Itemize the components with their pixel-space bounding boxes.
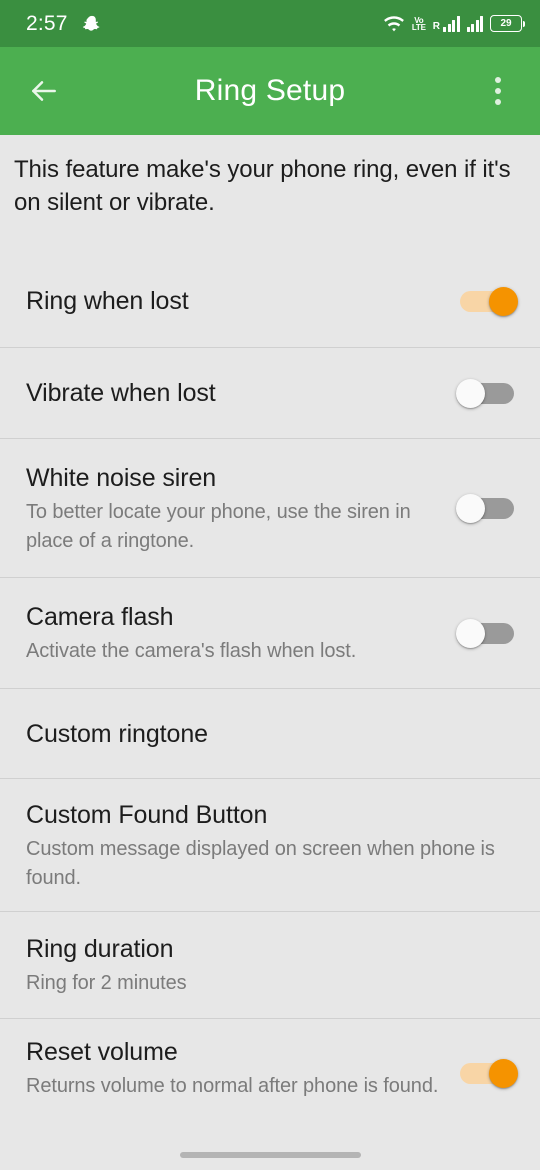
list-item-ring-duration[interactable]: Ring duration Ring for 2 minutes — [0, 911, 540, 1018]
toggle-camera-flash[interactable] — [456, 613, 518, 653]
row-text: Vibrate when lost — [26, 376, 456, 410]
row-text: Reset volume Returns volume to normal af… — [26, 1035, 456, 1101]
list-item-title: Reset volume — [26, 1038, 178, 1066]
settings-list: Ring when lost Vibrate when lost White n… — [0, 254, 540, 1114]
list-item-title: Vibrate when lost — [26, 379, 216, 407]
list-item-vibrate-when-lost[interactable]: Vibrate when lost — [0, 347, 540, 438]
snapchat-icon — [82, 14, 102, 34]
row-text: White noise siren To better locate your … — [26, 461, 456, 556]
toggle-vibrate-when-lost[interactable] — [456, 373, 518, 413]
battery-icon: 29 — [490, 15, 525, 32]
volte-icon: Vo LTE — [411, 15, 426, 32]
battery-percent-label: 29 — [500, 17, 512, 29]
overflow-menu-icon-dot3 — [495, 99, 501, 105]
back-arrow-icon — [28, 75, 60, 107]
list-item-title: Custom Found Button — [26, 800, 268, 829]
list-item-reset-volume[interactable]: Reset volume Returns volume to normal af… — [0, 1018, 540, 1114]
list-item-ring-when-lost[interactable]: Ring when lost — [0, 254, 540, 347]
phone-screen: 2:57 Vo LTE R 29 Ring Setup This feature… — [0, 0, 540, 1170]
toggle-white-noise-siren[interactable] — [456, 488, 518, 528]
roaming-indicator: R — [432, 21, 440, 32]
overflow-menu-button[interactable] — [476, 67, 520, 115]
signal-bars-2 — [466, 15, 483, 32]
list-item-custom-found-button[interactable]: Custom Found Button Custom message displ… — [0, 778, 540, 911]
list-item-title: White noise siren — [26, 463, 217, 492]
overflow-menu-icon — [495, 77, 501, 83]
status-clock: 2:57 — [26, 11, 68, 35]
list-item-title: Camera flash — [26, 603, 174, 631]
wifi-icon — [383, 15, 405, 33]
list-item-subtitle: Custom message displayed on screen when … — [26, 837, 495, 889]
status-bar-right: Vo LTE R 29 — [383, 15, 525, 33]
toggle-thumb — [456, 379, 485, 408]
list-item-custom-ringtone[interactable]: Custom ringtone — [0, 688, 540, 778]
list-item-subtitle: Returns volume to normal after phone is … — [26, 1075, 439, 1097]
toggle-thumb — [489, 1059, 518, 1088]
list-item-subtitle: Activate the camera's flash when lost. — [26, 640, 357, 662]
toggle-ring-when-lost[interactable] — [456, 281, 518, 321]
status-bar-left: 2:57 — [26, 12, 102, 36]
list-item-title: Ring duration — [26, 935, 174, 963]
signal-bars-1 — [443, 15, 460, 32]
list-item-subtitle: Ring for 2 minutes — [26, 972, 187, 994]
list-item-white-noise-siren[interactable]: White noise siren To better locate your … — [0, 438, 540, 577]
signal-strength-sim2-icon — [466, 15, 483, 32]
row-text: Camera flash Activate the camera's flash… — [26, 600, 456, 666]
row-text: Ring when lost — [26, 284, 456, 318]
list-item-subtitle: To better locate your phone, use the sir… — [26, 500, 411, 552]
row-text: Custom Found Button Custom message displ… — [26, 798, 518, 893]
toggle-thumb — [456, 619, 485, 648]
toggle-thumb — [489, 286, 518, 316]
status-bar: 2:57 Vo LTE R 29 — [0, 0, 540, 47]
page-title: Ring Setup — [194, 74, 346, 107]
row-text: Ring duration Ring for 2 minutes — [26, 932, 518, 998]
settings-scroll-container[interactable]: This feature make's your phone ring, eve… — [0, 135, 540, 1170]
navigation-gesture-bar — [0, 1140, 540, 1170]
list-item-camera-flash[interactable]: Camera flash Activate the camera's flash… — [0, 577, 540, 688]
home-gesture-pill[interactable] — [179, 1152, 361, 1158]
row-text: Custom ringtone — [26, 717, 518, 751]
toggle-reset-volume[interactable] — [456, 1053, 518, 1093]
list-item-title: Custom ringtone — [26, 719, 208, 748]
overflow-menu-icon-dot2 — [495, 88, 501, 94]
signal-strength-sim1-icon: R — [433, 15, 460, 32]
back-button[interactable] — [20, 67, 68, 115]
feature-description: This feature make's your phone ring, eve… — [14, 156, 511, 216]
toggle-thumb — [456, 494, 485, 523]
app-bar: Ring Setup — [0, 47, 540, 135]
list-item-title: Ring when lost — [26, 286, 189, 315]
